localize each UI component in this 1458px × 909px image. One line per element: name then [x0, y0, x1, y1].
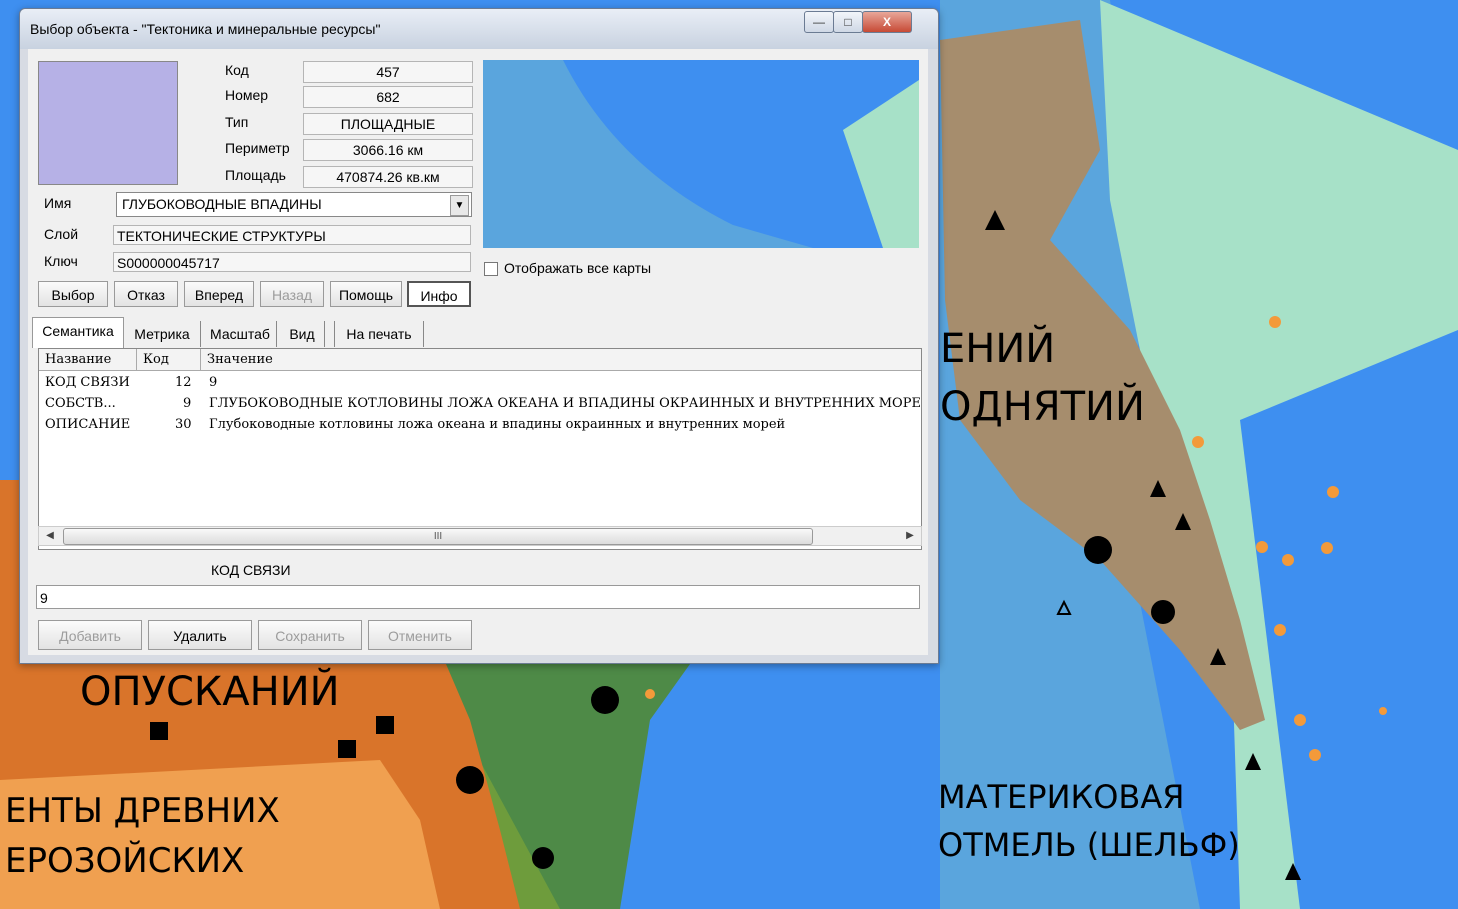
save-button[interactable]: Сохранить — [258, 620, 362, 650]
tab-print[interactable]: На печать — [334, 321, 424, 347]
delete-button[interactable]: Удалить — [148, 620, 252, 650]
layer-label: Слой — [44, 226, 79, 242]
code-field: 457 — [303, 61, 473, 83]
select-button[interactable]: Выбор — [38, 281, 108, 307]
scroll-right-icon[interactable]: ▶ — [901, 528, 919, 543]
column-header-code[interactable]: Код — [137, 349, 201, 370]
title-bar[interactable]: Выбор объекта - "Тектоника и минеральные… — [20, 9, 938, 49]
number-label: Номер — [225, 87, 269, 103]
map-label-subsidence: ОПУСКАНИЙ — [80, 667, 340, 715]
checkbox-box[interactable] — [484, 262, 498, 277]
name-label: Имя — [44, 195, 72, 211]
semantics-table: Название Код Значение КОД СВЯЗИ 12 9 СОБ… — [38, 348, 922, 550]
row-value: ГЛУБОКОВОДНЫЕ КОТЛОВИНЫ ЛОЖА ОКЕАНА И ВП… — [209, 396, 922, 411]
minimize-button[interactable]: — — [804, 11, 834, 33]
layer-field: ТЕКТОНИЧЕСКИЕ СТРУКТУРЫ — [113, 225, 471, 245]
tab-scale[interactable]: Масштаб — [204, 321, 277, 347]
show-all-maps-checkbox[interactable]: Отображать все карты — [484, 260, 652, 277]
name-dropdown[interactable]: ГЛУБОКОВОДНЫЕ ВПАДИНЫ ▼ — [116, 192, 472, 217]
perimeter-label: Периметр — [225, 140, 290, 156]
info-button[interactable]: Инфо — [407, 281, 471, 307]
scroll-thumb[interactable]: III — [63, 528, 813, 545]
object-color-swatch — [38, 61, 178, 185]
column-header-value[interactable]: Значение — [201, 349, 921, 370]
horizontal-scrollbar[interactable]: ◀ III ▶ — [38, 526, 922, 546]
scroll-left-icon[interactable]: ◀ — [41, 528, 59, 543]
row-code: 12 — [175, 375, 192, 390]
cancel-nav-button[interactable]: Отказ — [114, 281, 178, 307]
semantic-caption: КОД СВЯЗИ — [211, 562, 291, 578]
map-label-shelf-1: МАТЕРИКОВАЯ — [938, 778, 1184, 816]
column-header-name[interactable]: Название — [39, 349, 137, 370]
number-field: 682 — [303, 86, 473, 108]
map-label-shelf-2: ОТМЕЛЬ (ШЕЛЬФ) — [938, 826, 1240, 864]
show-all-maps-label: Отображать все карты — [504, 260, 652, 276]
tab-semantics[interactable]: Семантика — [32, 317, 124, 348]
map-symbol-square — [150, 722, 168, 740]
object-selection-dialog: Выбор объекта - "Тектоника и минеральные… — [19, 8, 939, 664]
tab-view[interactable]: Вид — [280, 321, 325, 347]
name-dropdown-value: ГЛУБОКОВОДНЫЕ ВПАДИНЫ — [122, 196, 322, 212]
close-button[interactable]: X — [862, 11, 912, 33]
row-name: ОПИСАНИЕ — [45, 417, 131, 432]
row-code: 30 — [175, 417, 192, 432]
type-field: ПЛОЩАДНЫЕ — [303, 113, 473, 135]
row-name: КОД СВЯЗИ — [45, 375, 130, 390]
code-label: Код — [225, 62, 249, 78]
cancel-edit-button[interactable]: Отменить — [368, 620, 472, 650]
table-header: Название Код Значение — [39, 349, 921, 371]
add-button[interactable]: Добавить — [38, 620, 142, 650]
row-value: 9 — [209, 375, 218, 390]
map-label-ancient-2: ЕРОЗОЙСКИХ — [5, 840, 244, 881]
object-preview-map — [483, 60, 919, 248]
key-label: Ключ — [44, 253, 78, 269]
forward-button[interactable]: Вперед — [184, 281, 254, 307]
key-field: S000000045717 — [113, 252, 471, 272]
back-button[interactable]: Назад — [260, 281, 324, 307]
row-name: СОБСТВ... — [45, 396, 116, 411]
row-code: 9 — [183, 396, 192, 411]
maximize-button[interactable]: □ — [833, 11, 863, 33]
map-label-rising-2: ОДНЯТИЙ — [940, 382, 1145, 430]
row-value: Глубоководные котловины ложа океана и вп… — [209, 417, 786, 432]
chevron-down-icon[interactable]: ▼ — [450, 195, 469, 216]
tab-metrics[interactable]: Метрика — [124, 321, 201, 347]
area-label: Площадь — [225, 167, 286, 183]
help-button[interactable]: Помощь — [330, 281, 402, 307]
area-field: 470874.26 кв.км — [303, 166, 473, 188]
semantic-value-input[interactable]: 9 — [36, 585, 920, 609]
perimeter-field: 3066.16 км — [303, 139, 473, 161]
type-label: Тип — [225, 114, 249, 130]
map-label-ancient-1: ЕНТЫ ДРЕВНИХ — [5, 791, 280, 831]
dialog-body: Код 457 Номер 682 Тип ПЛОЩАДНЫЕ Периметр… — [28, 49, 928, 655]
window-title: Выбор объекта - "Тектоника и минеральные… — [30, 21, 381, 37]
map-label-rising-1: ЕНИЙ — [940, 324, 1055, 372]
